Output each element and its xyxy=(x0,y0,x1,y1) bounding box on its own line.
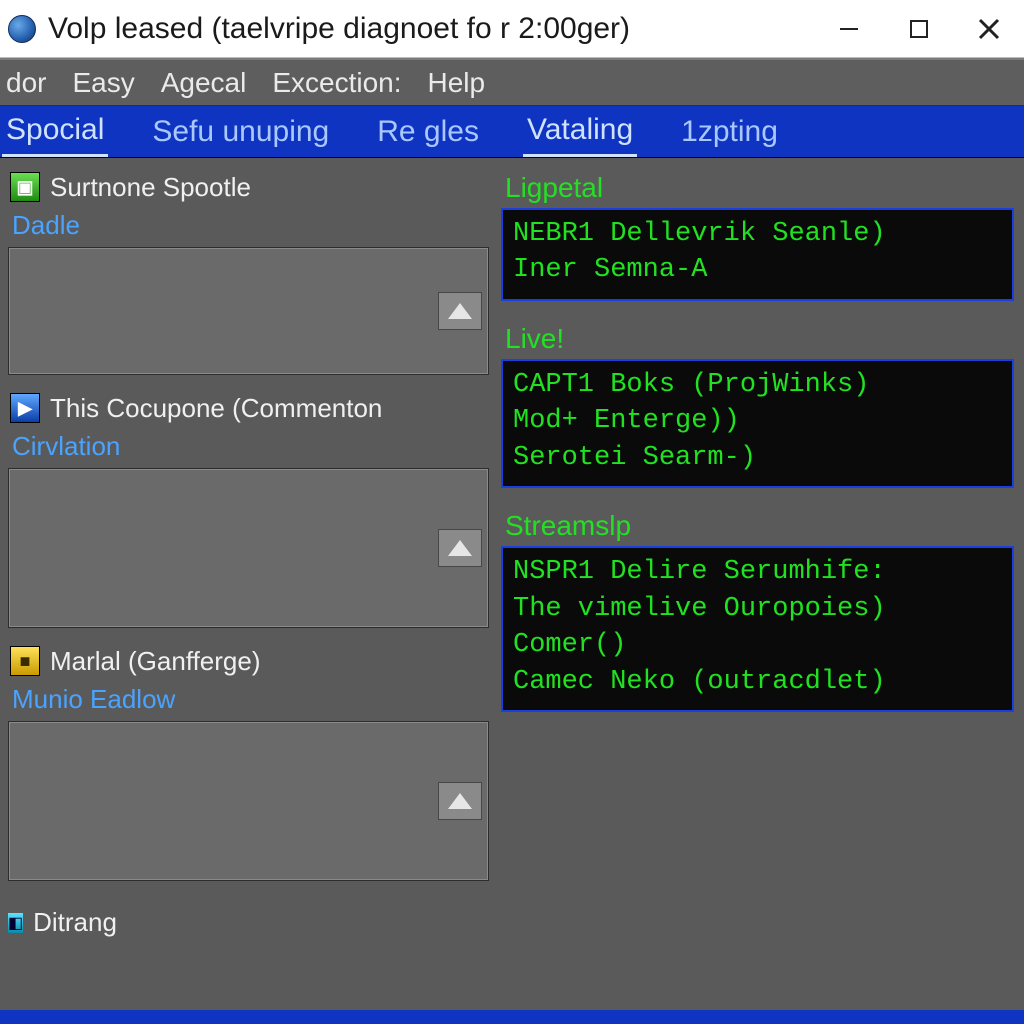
panel-cocupone: ▶ This Cocupone (Commenton Cirvlation xyxy=(4,387,489,628)
panel-header: ■ Marlal (Ganfferge) xyxy=(4,640,489,682)
menu-item[interactable]: Excection: xyxy=(272,67,401,99)
tab-spocial[interactable]: Spocial xyxy=(2,106,108,157)
panel-title: Surtnone Spootle xyxy=(50,172,251,203)
maximize-button[interactable] xyxy=(884,0,954,58)
work-area: ▣ Surtnone Spootle Dadle ▶ This Cocupone… xyxy=(0,158,1024,1024)
panel-list[interactable] xyxy=(8,468,489,628)
panel-icon: ▶ xyxy=(10,393,40,423)
tab-1zpting[interactable]: 1zpting xyxy=(677,106,782,157)
left-column: ▣ Surtnone Spootle Dadle ▶ This Cocupone… xyxy=(0,158,495,1024)
section-box-streamslp[interactable]: NSPR1 Delire Serumhife: The vimelive Our… xyxy=(501,546,1014,712)
panel-subtitle[interactable]: Dadle xyxy=(4,208,489,247)
tab-sefu[interactable]: Sefu unuping xyxy=(148,106,333,157)
scroll-up-button[interactable] xyxy=(438,292,482,330)
log-line: CAPT1 Boks (ProjWinks) xyxy=(513,367,1002,403)
panel-title: This Cocupone (Commenton xyxy=(50,393,382,424)
log-line: Camec Neko (outracdlet) xyxy=(513,664,1002,700)
panel-icon: ■ xyxy=(10,646,40,676)
scroll-up-button[interactable] xyxy=(438,782,482,820)
panel-list[interactable] xyxy=(8,721,489,881)
menu-item[interactable]: dor xyxy=(6,67,46,99)
panel-header: ▣ Surtnone Spootle xyxy=(4,166,489,208)
panel-marlal: ■ Marlal (Ganfferge) Munio Eadlow xyxy=(4,640,489,881)
log-line: Mod+ Enterge)) xyxy=(513,403,1002,439)
app-icon xyxy=(8,15,36,43)
panel-subtitle[interactable]: Cirvlation xyxy=(4,429,489,468)
close-button[interactable] xyxy=(954,0,1024,58)
section-heading-ligpetal: Ligpetal xyxy=(505,172,1018,204)
section-box-ligpetal[interactable]: NEBR1 Dellevrik Seanle) Iner Semna-A xyxy=(501,208,1014,301)
panel-title: Ditrang xyxy=(33,907,117,938)
panel-surtnone: ▣ Surtnone Spootle Dadle xyxy=(4,166,489,375)
tab-strip: Spocial Sefu unuping Re gles Vataling 1z… xyxy=(0,106,1024,158)
panel-icon: ◧ xyxy=(8,913,23,933)
status-bar xyxy=(0,1010,1024,1024)
section-heading-streamslp: Streamslp xyxy=(505,510,1018,542)
log-line: Serotei Searm-) xyxy=(513,440,1002,476)
menu-item[interactable]: Agecal xyxy=(161,67,247,99)
minimize-button[interactable] xyxy=(814,0,884,58)
section-box-live[interactable]: CAPT1 Boks (ProjWinks) Mod+ Enterge)) Se… xyxy=(501,359,1014,488)
panel-list[interactable] xyxy=(8,247,489,375)
panel-header: ▶ This Cocupone (Commenton xyxy=(4,387,489,429)
log-line: Comer() xyxy=(513,627,1002,663)
tab-regles[interactable]: Re gles xyxy=(373,106,483,157)
log-line: NSPR1 Delire Serumhife: xyxy=(513,554,1002,590)
log-line: NEBR1 Dellevrik Seanle) xyxy=(513,216,1002,252)
panel-ditrang[interactable]: ◧ Ditrang xyxy=(8,907,495,938)
right-column: Ligpetal NEBR1 Dellevrik Seanle) Iner Se… xyxy=(495,158,1024,1024)
menu-bar: dor Easy Agecal Excection: Help xyxy=(0,58,1024,106)
panel-subtitle[interactable]: Munio Eadlow xyxy=(4,682,489,721)
log-line: Iner Semna-A xyxy=(513,252,1002,288)
panel-icon: ▣ xyxy=(10,172,40,202)
menu-item[interactable]: Easy xyxy=(72,67,134,99)
scroll-up-button[interactable] xyxy=(438,529,482,567)
window-title: Volp leased (taelvripe diagnoet fo r 2:0… xyxy=(48,12,814,46)
log-line: The vimelive Ouropoies) xyxy=(513,591,1002,627)
menu-item[interactable]: Help xyxy=(428,67,486,99)
window-titlebar: Volp leased (taelvripe diagnoet fo r 2:0… xyxy=(0,0,1024,58)
section-heading-live: Live! xyxy=(505,323,1018,355)
tab-vataling[interactable]: Vataling xyxy=(523,106,637,157)
panel-title: Marlal (Ganfferge) xyxy=(50,646,261,677)
